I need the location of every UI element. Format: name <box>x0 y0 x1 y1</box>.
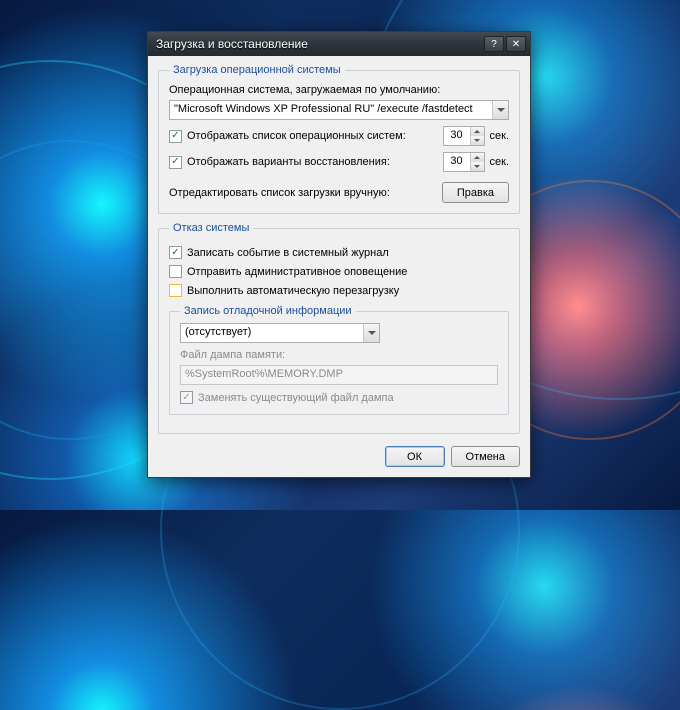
show-os-list-label: Отображать список операционных систем: <box>187 130 438 142</box>
auto-restart-label: Выполнить автоматическую перезагрузку <box>187 285 509 297</box>
show-os-list-checkbox[interactable] <box>169 130 182 143</box>
recovery-time-value: 30 <box>444 153 470 171</box>
chevron-up-icon <box>474 156 480 159</box>
default-os-value: "Microsoft Windows XP Professional RU" /… <box>170 101 492 119</box>
close-button[interactable]: ✕ <box>506 36 526 52</box>
spinner-down[interactable] <box>471 162 484 171</box>
overwrite-dump-checkbox <box>180 391 193 404</box>
seconds-suffix: сек. <box>490 130 510 142</box>
chevron-up-icon <box>474 130 480 133</box>
system-startup-legend: Загрузка операционной системы <box>169 64 345 76</box>
overwrite-dump-label: Заменять существующий файл дампа <box>198 392 498 404</box>
admin-alert-label: Отправить административное оповещение <box>187 266 509 278</box>
default-os-label: Операционная система, загружаемая по умо… <box>169 84 509 96</box>
dropdown-button[interactable] <box>492 101 508 119</box>
system-failure-legend: Отказ системы <box>169 222 253 234</box>
os-list-time-spinner[interactable]: 30 <box>443 126 485 146</box>
show-recovery-label: Отображать варианты восстановления: <box>187 156 438 168</box>
startup-recovery-dialog: Загрузка и восстановление ? ✕ Загрузка о… <box>147 31 531 478</box>
recovery-time-spinner[interactable]: 30 <box>443 152 485 172</box>
spinner-up[interactable] <box>471 127 484 136</box>
debug-info-group: Запись отладочной информации (отсутствуе… <box>169 305 509 415</box>
dump-file-label: Файл дампа памяти: <box>180 349 498 361</box>
titlebar[interactable]: Загрузка и восстановление ? ✕ <box>148 32 530 56</box>
write-event-checkbox[interactable] <box>169 246 182 259</box>
debug-info-legend: Запись отладочной информации <box>180 305 356 317</box>
close-icon: ✕ <box>512 39 520 50</box>
admin-alert-checkbox[interactable] <box>169 265 182 278</box>
edit-button[interactable]: Правка <box>442 182 509 203</box>
chevron-down-icon <box>474 165 480 168</box>
chevron-down-icon <box>368 331 376 335</box>
dialog-title: Загрузка и восстановление <box>156 37 482 51</box>
write-event-label: Записать событие в системный журнал <box>187 247 509 259</box>
system-failure-group: Отказ системы Записать событие в системн… <box>158 222 520 434</box>
dialog-body: Загрузка операционной системы Операционн… <box>148 56 530 477</box>
chevron-down-icon <box>497 108 505 112</box>
seconds-suffix: сек. <box>490 156 510 168</box>
ok-button[interactable]: ОК <box>385 446 445 467</box>
chevron-down-icon <box>474 139 480 142</box>
os-list-time-value: 30 <box>444 127 470 145</box>
spinner-up[interactable] <box>471 153 484 162</box>
debug-type-value: (отсутствует) <box>181 324 363 342</box>
dialog-footer: ОК Отмена <box>158 442 520 467</box>
help-button[interactable]: ? <box>484 36 504 52</box>
default-os-dropdown[interactable]: "Microsoft Windows XP Professional RU" /… <box>169 100 509 120</box>
debug-type-dropdown[interactable]: (отсутствует) <box>180 323 380 343</box>
dump-file-field: %SystemRoot%\MEMORY.DMP <box>180 365 498 385</box>
cancel-button[interactable]: Отмена <box>451 446 520 467</box>
dropdown-button[interactable] <box>363 324 379 342</box>
spinner-down[interactable] <box>471 136 484 145</box>
edit-manually-label: Отредактировать список загрузки вручную: <box>169 187 437 199</box>
system-startup-group: Загрузка операционной системы Операционн… <box>158 64 520 214</box>
show-recovery-checkbox[interactable] <box>169 156 182 169</box>
auto-restart-checkbox[interactable] <box>169 284 182 297</box>
